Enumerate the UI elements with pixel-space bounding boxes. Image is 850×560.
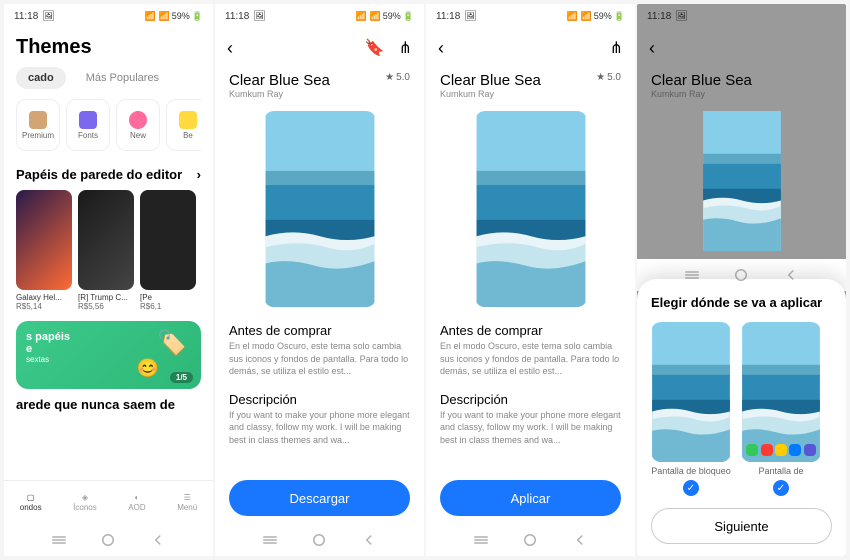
bookmark-icon[interactable]: 🔖 [365, 38, 385, 58]
chevron-right-icon: › [197, 167, 201, 182]
cat-fonts[interactable]: Fonts [66, 99, 110, 151]
home-button[interactable] [99, 531, 117, 549]
check-icon: ✓ [683, 480, 699, 496]
page-title: Themes [16, 36, 201, 59]
before-buy-heading: Antes de comprar [215, 317, 424, 340]
photo-icon: 🖼 [675, 11, 688, 22]
back-button[interactable] [782, 266, 800, 284]
back-icon[interactable]: ‹ [438, 38, 444, 59]
before-buy-heading: Antes de comprar [426, 317, 635, 340]
android-nav [215, 524, 424, 556]
back-icon[interactable]: ‹ [227, 38, 233, 59]
description-text: If you want to make your phone more eleg… [215, 409, 424, 455]
android-nav [426, 524, 635, 556]
photo-icon: 🖼 [42, 11, 55, 22]
theme-title: Clear Blue Sea [651, 72, 752, 89]
theme-preview[interactable] [475, 111, 587, 307]
photo-icon: 🖼 [464, 11, 477, 22]
back-icon[interactable]: ‹ [649, 38, 655, 59]
bottom-nav: ▢ondos ◈Íconos ◐AOD ☰Menú [4, 480, 213, 524]
status-time: 11:18 [225, 11, 249, 22]
cat-premium[interactable]: Premium [16, 99, 60, 151]
theme-author: Kumkum Ray [229, 89, 330, 99]
back-button[interactable] [360, 531, 378, 549]
recent-button[interactable] [50, 531, 68, 549]
status-time: 11:18 [14, 11, 38, 22]
section-header-editor[interactable]: Papéis de parede do editor › [16, 167, 201, 182]
home-button[interactable] [732, 266, 750, 284]
status-bar: 11:18🖼 📶 📶 59% 🔋 [215, 4, 424, 28]
theme-item[interactable]: [R] Trump C... R$5,56 [78, 190, 134, 311]
photo-icon: 🖼 [253, 11, 266, 22]
icons-icon: ◈ [82, 493, 88, 502]
theme-item[interactable]: [Pe R$6,1 [140, 190, 196, 311]
description-heading: Descripción [215, 386, 424, 409]
theme-title: Clear Blue Sea [440, 72, 541, 89]
theme-title: Clear Blue Sea [229, 72, 330, 89]
promo-banner[interactable]: s papéis e sextas 🏷️ 😊 1/5 [16, 321, 201, 389]
home-button[interactable] [310, 531, 328, 549]
screen-detail-download: 11:18🖼 📶 📶 59% 🔋 ‹ 🔖 ⋔ Clear Blue Sea Ku… [215, 4, 424, 556]
modal-title: Elegir dónde se va a aplicar [651, 295, 832, 310]
screen-themes-home: 11:18 🖼 📶 📶 59% 🔋 Themes cado Más Popular… [4, 4, 213, 556]
android-nav [4, 524, 213, 556]
nav-menu[interactable]: ☰Menú [177, 493, 197, 512]
menu-icon: ☰ [184, 493, 191, 502]
banner-page-indicator: 1/5 [170, 372, 193, 383]
theme-rating: ★5.0 [385, 72, 410, 83]
share-icon[interactable]: ⋔ [399, 38, 412, 58]
recent-button[interactable] [683, 266, 701, 284]
theme-author: Kumkum Ray [440, 89, 541, 99]
cat-be[interactable]: Be [166, 99, 201, 151]
status-bar: 11:18 🖼 [637, 4, 846, 28]
before-buy-text: En el modo Oscuro, este tema solo cambia… [426, 340, 635, 386]
nav-aod[interactable]: ◐AOD [128, 493, 145, 512]
share-icon[interactable]: ⋔ [610, 38, 623, 58]
status-bar: 11:18🖼 📶 📶 59% 🔋 [426, 4, 635, 28]
status-time: 11:18 [436, 11, 460, 22]
status-time: 11:18 [647, 11, 671, 22]
aod-icon: ◐ [135, 493, 140, 502]
screen-choose-apply: 11:18 🖼 ‹ Clear Blue Sea Kumkum Ray Elegi… [637, 4, 846, 556]
home-button[interactable] [521, 531, 539, 549]
description-heading: Descripción [426, 386, 635, 409]
before-buy-text: En el modo Oscuro, este tema solo cambia… [215, 340, 424, 386]
next-button[interactable]: Siguiente [651, 508, 832, 544]
theme-preview[interactable] [264, 111, 376, 307]
download-button[interactable]: Descargar [229, 480, 410, 516]
tab-populares[interactable]: Más Populares [74, 67, 171, 89]
theme-item[interactable]: Galaxy Hel... R$5,14 [16, 190, 72, 311]
wallpaper-icon: ▢ [27, 493, 35, 502]
apply-button[interactable]: Aplicar [440, 480, 621, 516]
status-right: 📶 📶 59% 🔋 [145, 11, 203, 22]
check-icon: ✓ [773, 480, 789, 496]
theme-preview [686, 111, 798, 251]
description-text: If you want to make your phone more eleg… [426, 409, 635, 455]
section-header-2: arede que nunca saem de [4, 397, 213, 412]
option-lockscreen[interactable]: Pantalla de bloqueo ✓ [651, 322, 731, 496]
cat-new[interactable]: New [116, 99, 160, 151]
recent-button[interactable] [472, 531, 490, 549]
option-homescreen[interactable]: Pantalla de ✓ [741, 322, 821, 496]
theme-author: Kumkum Ray [651, 89, 752, 99]
theme-rating: ★5.0 [596, 72, 621, 83]
back-button[interactable] [571, 531, 589, 549]
apply-modal: Elegir dónde se va a aplicar Pantalla de… [637, 279, 846, 556]
nav-fondos[interactable]: ▢ondos [20, 493, 42, 512]
back-button[interactable] [149, 531, 167, 549]
nav-iconos[interactable]: ◈Íconos [73, 493, 97, 512]
screen-detail-apply: 11:18🖼 📶 📶 59% 🔋 ‹ ⋔ Clear Blue Sea Kumk… [426, 4, 635, 556]
tab-destacado[interactable]: cado [16, 67, 66, 89]
status-bar: 11:18 🖼 📶 📶 59% 🔋 [4, 4, 213, 28]
recent-button[interactable] [261, 531, 279, 549]
